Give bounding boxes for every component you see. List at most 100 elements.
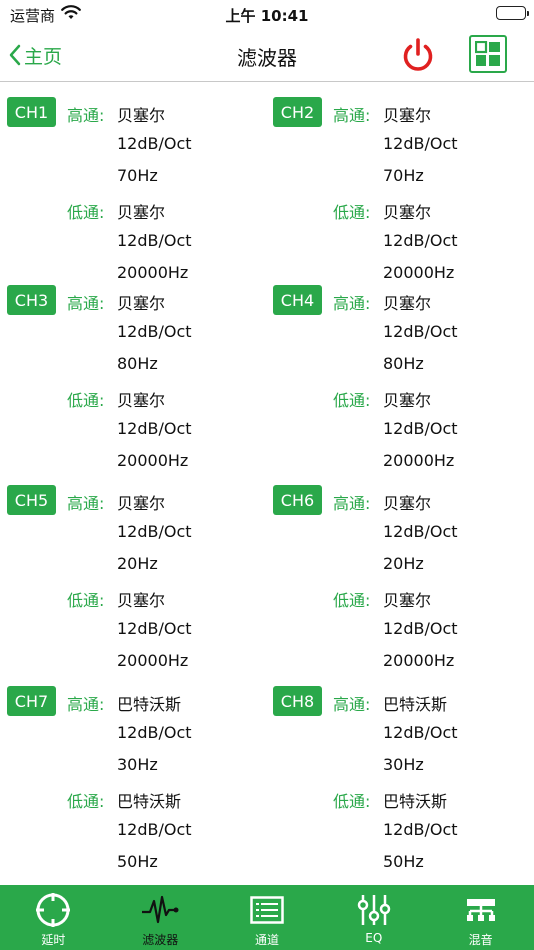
tab-label: 混音 xyxy=(468,933,493,947)
highpass-slope[interactable]: 12dB/Oct xyxy=(117,322,192,341)
highpass-freq[interactable]: 20Hz xyxy=(117,554,158,573)
lowpass-freq[interactable]: 20000Hz xyxy=(383,651,454,670)
lowpass-slope[interactable]: 12dB/Oct xyxy=(117,419,192,438)
lowpass-slope[interactable]: 12dB/Oct xyxy=(383,231,458,250)
lowpass-type[interactable]: 贝塞尔 xyxy=(117,387,165,411)
tab-channel[interactable]: 通道 xyxy=(214,885,321,950)
status-bar: 运营商 上午 10:41 xyxy=(0,0,534,30)
lowpass-label: 低通: xyxy=(67,391,105,410)
lowpass-slope[interactable]: 12dB/Oct xyxy=(117,619,192,638)
highpass-type[interactable]: 贝塞尔 xyxy=(117,490,165,514)
highpass-type[interactable]: 贝塞尔 xyxy=(383,490,431,514)
highpass-label: 高通: xyxy=(67,106,105,125)
highpass-slope[interactable]: 12dB/Oct xyxy=(117,134,192,153)
highpass-freq[interactable]: 30Hz xyxy=(383,755,424,774)
tab-label: 滤波器 xyxy=(142,933,179,947)
highpass-slope[interactable]: 12dB/Oct xyxy=(383,134,458,153)
waveform-icon xyxy=(142,895,179,924)
channel-badge[interactable]: CH8 xyxy=(273,686,322,716)
highpass-type[interactable]: 贝塞尔 xyxy=(383,290,431,314)
highpass-type[interactable]: 贝塞尔 xyxy=(117,102,165,126)
channel-block-ch6[interactable]: CH6 高通: 贝塞尔 12dB/Oct 20Hz 低通: 贝塞尔 12dB/Oct 20000… xyxy=(266,471,533,671)
tab-label: 延时 xyxy=(41,933,66,947)
lowpass-freq[interactable]: 50Hz xyxy=(117,852,158,871)
highpass-freq[interactable]: 80Hz xyxy=(383,354,424,373)
highpass-freq[interactable]: 20Hz xyxy=(383,554,424,573)
highpass-label: 高通: xyxy=(67,695,105,714)
tab-filter[interactable]: 滤波器 xyxy=(107,885,214,950)
clock: 上午 10:41 xyxy=(225,7,309,25)
highpass-label: 高通: xyxy=(333,695,371,714)
channel-badge[interactable]: CH6 xyxy=(273,485,322,515)
channel-block-ch4[interactable]: CH4 高通: 贝塞尔 12dB/Oct 80Hz 低通: 贝塞尔 12dB/Oct 20000… xyxy=(266,271,533,471)
channel-badge[interactable]: CH2 xyxy=(273,97,322,127)
power-button[interactable] xyxy=(399,36,437,74)
lowpass-freq[interactable]: 20000Hz xyxy=(117,651,188,670)
highpass-freq[interactable]: 70Hz xyxy=(383,166,424,185)
grid-icon xyxy=(475,41,500,66)
lowpass-slope[interactable]: 12dB/Oct xyxy=(383,619,458,638)
channel-block-ch1[interactable]: CH1 高通: 贝塞尔 12dB/Oct 70Hz 低通: 贝塞尔 12dB/Oct 20000… xyxy=(0,83,267,283)
tab-delay[interactable]: 延时 xyxy=(0,885,107,950)
highpass-type[interactable]: 巴特沃斯 xyxy=(117,691,181,715)
lowpass-slope[interactable]: 12dB/Oct xyxy=(383,419,458,438)
highpass-label: 高通: xyxy=(333,494,371,513)
filter-list[interactable]: CH1 高通: 贝塞尔 12dB/Oct 70Hz 低通: 贝塞尔 12dB/Oct 20000… xyxy=(0,83,534,885)
lowpass-label: 低通: xyxy=(67,792,105,811)
lowpass-type[interactable]: 贝塞尔 xyxy=(383,199,431,223)
sliders-icon xyxy=(357,895,391,925)
power-icon xyxy=(403,38,433,71)
lowpass-freq[interactable]: 50Hz xyxy=(383,852,424,871)
highpass-type[interactable]: 巴特沃斯 xyxy=(383,691,447,715)
lowpass-label: 低通: xyxy=(67,203,105,222)
list-icon xyxy=(250,896,284,924)
lowpass-type[interactable]: 贝塞尔 xyxy=(117,587,165,611)
tab-mix[interactable]: 混音 xyxy=(427,885,534,950)
lowpass-label: 低通: xyxy=(333,203,371,222)
channel-block-ch5[interactable]: CH5 高通: 贝塞尔 12dB/Oct 20Hz 低通: 贝塞尔 12dB/Oct 20000… xyxy=(0,471,267,671)
lowpass-label: 低通: xyxy=(67,591,105,610)
lowpass-slope[interactable]: 12dB/Oct xyxy=(383,820,458,839)
highpass-slope[interactable]: 12dB/Oct xyxy=(117,723,192,742)
highpass-freq[interactable]: 30Hz xyxy=(117,755,158,774)
battery-icon xyxy=(496,6,529,20)
channel-block-ch8[interactable]: CH8 高通: 巴特沃斯 12dB/Oct 30Hz 低通: 巴特沃斯 12dB/Oct 50H… xyxy=(266,672,533,872)
lowpass-type[interactable]: 贝塞尔 xyxy=(383,387,431,411)
tab-label: 通道 xyxy=(254,933,279,947)
channel-block-ch2[interactable]: CH2 高通: 贝塞尔 12dB/Oct 70Hz 低通: 贝塞尔 12dB/Oct 20000… xyxy=(266,83,533,283)
nav-bar: 主页 滤波器 xyxy=(0,30,534,82)
highpass-slope[interactable]: 12dB/Oct xyxy=(383,522,458,541)
lowpass-freq[interactable]: 20000Hz xyxy=(383,451,454,470)
highpass-slope[interactable]: 12dB/Oct xyxy=(383,322,458,341)
channel-badge[interactable]: CH3 xyxy=(7,285,56,315)
channel-badge[interactable]: CH4 xyxy=(273,285,322,315)
lowpass-type[interactable]: 贝塞尔 xyxy=(117,199,165,223)
lowpass-freq[interactable]: 20000Hz xyxy=(117,451,188,470)
highpass-slope[interactable]: 12dB/Oct xyxy=(383,723,458,742)
channel-badge[interactable]: CH7 xyxy=(7,686,56,716)
lowpass-slope[interactable]: 12dB/Oct xyxy=(117,820,192,839)
tab-label: EQ xyxy=(365,931,383,945)
highpass-label: 高通: xyxy=(67,294,105,313)
highpass-label: 高通: xyxy=(333,294,371,313)
channel-block-ch7[interactable]: CH7 高通: 巴特沃斯 12dB/Oct 30Hz 低通: 巴特沃斯 12dB/Oct 50H… xyxy=(0,672,267,872)
lowpass-type[interactable]: 巴特沃斯 xyxy=(117,788,181,812)
lowpass-label: 低通: xyxy=(333,792,371,811)
lowpass-type[interactable]: 巴特沃斯 xyxy=(383,788,447,812)
layout-button[interactable] xyxy=(469,35,507,73)
highpass-freq[interactable]: 70Hz xyxy=(117,166,158,185)
crosshair-icon xyxy=(36,893,71,927)
highpass-slope[interactable]: 12dB/Oct xyxy=(117,522,192,541)
channel-badge[interactable]: CH5 xyxy=(7,485,56,515)
highpass-label: 高通: xyxy=(67,494,105,513)
highpass-type[interactable]: 贝塞尔 xyxy=(117,290,165,314)
lowpass-slope[interactable]: 12dB/Oct xyxy=(117,231,192,250)
highpass-freq[interactable]: 80Hz xyxy=(117,354,158,373)
lowpass-type[interactable]: 贝塞尔 xyxy=(383,587,431,611)
lowpass-label: 低通: xyxy=(333,391,371,410)
tab-eq[interactable]: EQ xyxy=(320,885,427,950)
highpass-type[interactable]: 贝塞尔 xyxy=(383,102,431,126)
channel-block-ch3[interactable]: CH3 高通: 贝塞尔 12dB/Oct 80Hz 低通: 贝塞尔 12dB/Oct 20000… xyxy=(0,271,267,471)
tab-bar: 延时 滤波器 通道 EQ 混音 xyxy=(0,885,534,950)
channel-badge[interactable]: CH1 xyxy=(7,97,56,127)
